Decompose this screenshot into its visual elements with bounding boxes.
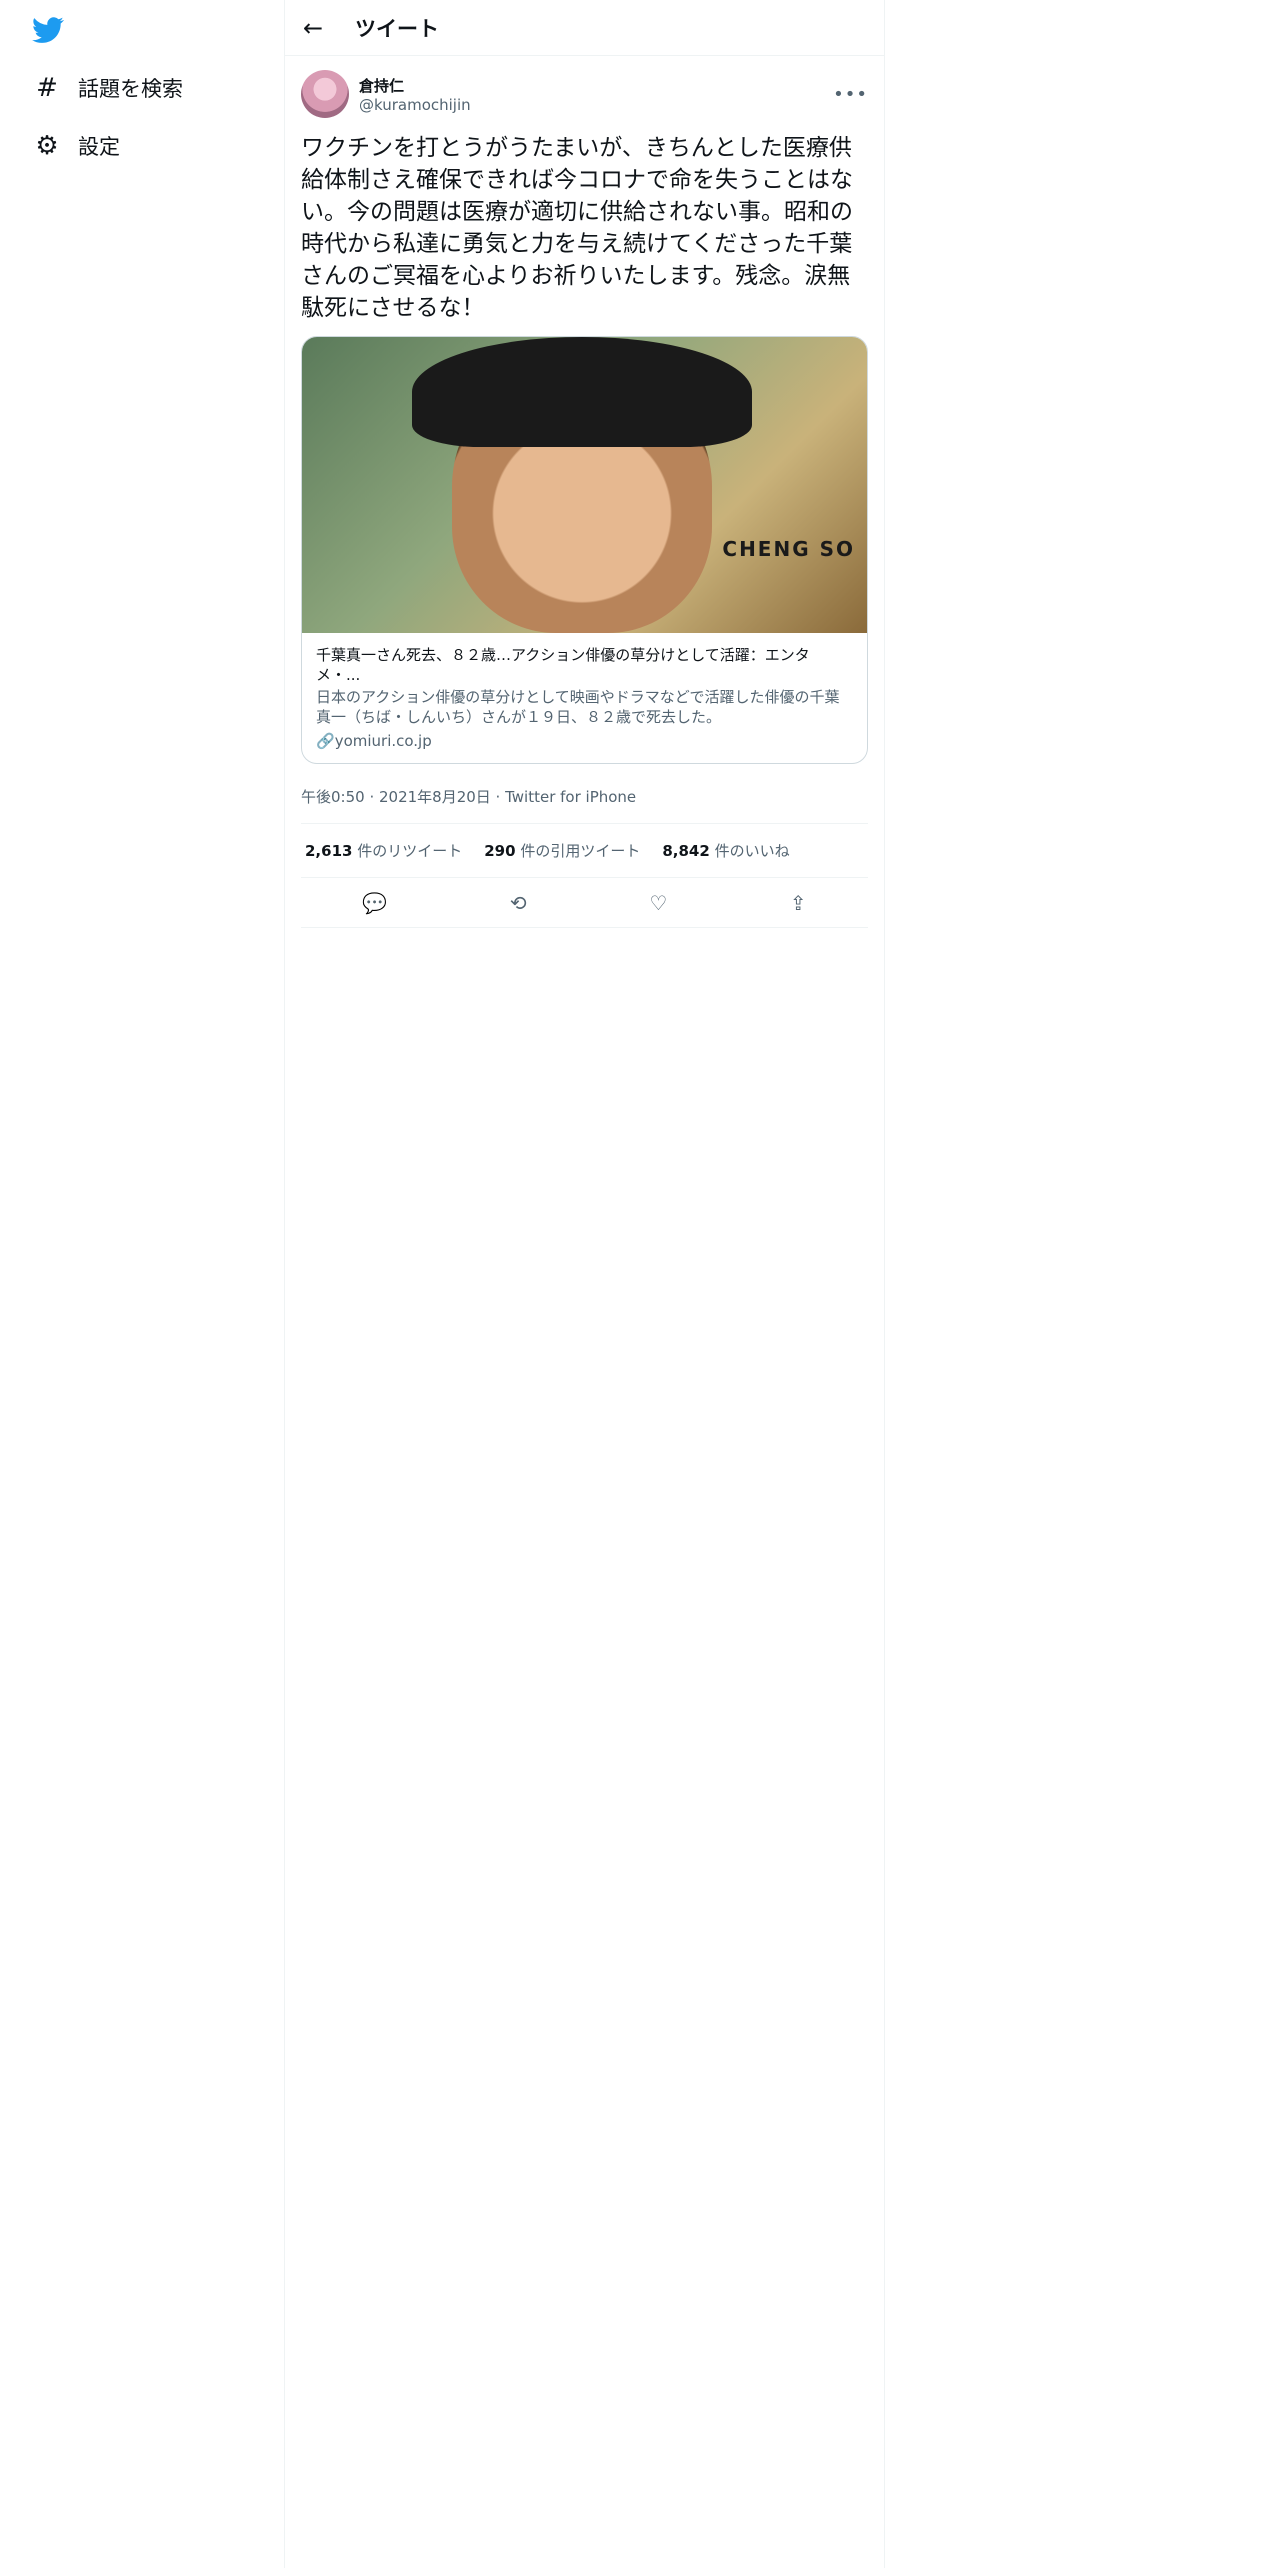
nav-settings[interactable]: ⚙ 設定 [30,126,120,166]
like-icon[interactable]: ♡ [649,891,667,915]
share-icon[interactable]: ⇪ [790,891,807,915]
quotes-count: 290 [484,842,516,860]
quotes-label: 件の引用ツイート [520,842,641,860]
author-handle[interactable]: @kuramochijin [359,96,833,114]
tweet-actions: 💬 ⟲ ♡ ⇪ [301,878,868,928]
link-card[interactable]: CHENG SO 千葉真一さん死去、８２歳…アクション俳優の草分けとして活躍：エ… [301,336,868,764]
tweet-meta: 午後0:50 · 2021年8月20日 · Twitter for iPhone [301,770,868,824]
nav-explore[interactable]: # 話題を検索 [30,68,183,108]
quotes-stat[interactable]: 290 件の引用ツイート [484,840,640,861]
left-nav: # 話題を検索 ⚙ 設定 [0,0,284,2568]
page-header: ← ツイート [285,0,884,56]
more-icon[interactable]: ••• [833,84,868,105]
hat [412,337,752,447]
main-column: ← ツイート 倉持仁 @kuramochijin ••• ワクチンを打とうがうた… [284,0,885,2568]
nav-explore-label: 話題を検索 [78,77,183,101]
card-image: CHENG SO [302,337,867,633]
gear-icon: ⚙ [35,131,59,161]
likes-stat[interactable]: 8,842 件のいいね [662,840,789,861]
back-arrow-icon[interactable]: ← [303,14,343,42]
author-name[interactable]: 倉持仁 [359,75,833,96]
card-image-brand: CHENG SO [722,537,855,561]
main-tweet: 倉持仁 @kuramochijin ••• ワクチンを打とうがうたまいが、きちん… [285,56,884,928]
retweet-icon[interactable]: ⟲ [510,891,527,915]
hashtag-icon: # [36,73,58,103]
twitter-logo-icon[interactable] [30,14,66,46]
card-title: 千葉真一さん死去、８２歳…アクション俳優の草分けとして活躍：エンタメ・... [316,646,810,684]
card-url: yomiuri.co.jp [334,732,432,750]
tweet-text: ワクチンを打とうがうたまいが、きちんとした医療供給体制さえ確保できれば今コロナで… [301,135,853,321]
likes-label: 件のいいね [714,842,790,860]
page-title: ツイート [355,16,439,41]
retweets-count: 2,613 [305,842,353,860]
avatar[interactable] [301,70,349,118]
nav-settings-label: 設定 [78,135,120,159]
retweets-label: 件のリツイート [357,842,463,860]
card-description: 日本のアクション俳優の草分けとして映画やドラマなどで活躍した俳優の千葉真一（ちば… [316,688,840,726]
tweet-stats: 2,613 件のリツイート 290 件の引用ツイート 8,842 件のいいね [301,824,868,878]
retweets-stat[interactable]: 2,613 件のリツイート [305,840,462,861]
link-icon: 🔗 [316,732,335,750]
likes-count: 8,842 [662,842,710,860]
reply-icon[interactable]: 💬 [362,891,387,915]
